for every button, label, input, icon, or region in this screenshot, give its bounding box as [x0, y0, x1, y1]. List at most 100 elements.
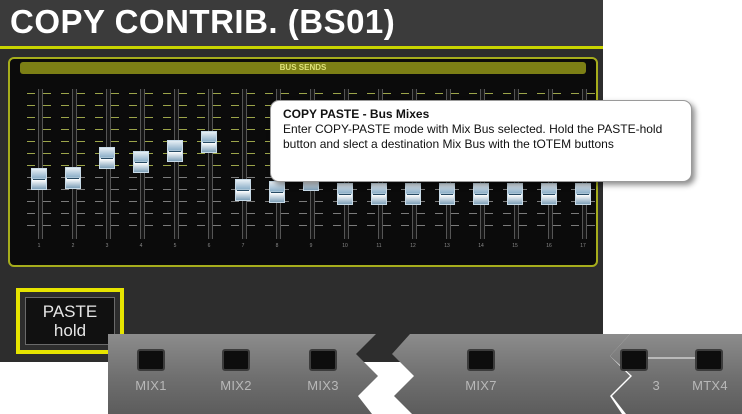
- fader-scale-tick: [77, 225, 85, 226]
- fader-scale-tick: [179, 117, 187, 118]
- fader-number: 5: [173, 243, 177, 249]
- mtx-divider: [648, 357, 700, 359]
- fader-knob-7[interactable]: [235, 179, 251, 202]
- fader-scale-tick: [333, 225, 341, 226]
- fader-scale-tick: [519, 213, 527, 214]
- fader-scale-tick: [163, 93, 171, 94]
- fader-scale-tick: [519, 93, 527, 94]
- fader-knob-2[interactable]: [65, 166, 81, 189]
- mix2-button[interactable]: [222, 349, 250, 371]
- fader-knob-13[interactable]: [439, 183, 455, 206]
- mix-partial-label: 3: [652, 378, 660, 393]
- fader-scale-tick: [197, 153, 205, 154]
- fader-scale-tick: [315, 93, 323, 94]
- fader-track: [208, 89, 213, 239]
- fader-scale-tick: [111, 105, 119, 106]
- fader-scale-tick: [213, 201, 221, 202]
- fader-knob-15[interactable]: [507, 183, 523, 206]
- fader-scale-tick: [247, 213, 255, 214]
- fader-scale-tick: [213, 165, 221, 166]
- fader-scale-tick: [43, 105, 51, 106]
- paste-hold-button[interactable]: PASTE hold: [25, 297, 115, 345]
- fader-knob-5[interactable]: [167, 139, 183, 162]
- fader-scale-tick: [145, 93, 153, 94]
- fader-scale-tick: [247, 105, 255, 106]
- fader-track: [174, 89, 179, 239]
- fader-scale-tick: [231, 165, 239, 166]
- fader-scale-tick: [77, 141, 85, 142]
- fader-scale-tick: [43, 117, 51, 118]
- fader-knob-6[interactable]: [201, 130, 217, 153]
- fader-scale-tick: [43, 153, 51, 154]
- fader-scale-tick: [299, 93, 307, 94]
- mix1-button[interactable]: [137, 349, 165, 371]
- fader-scale-tick: [197, 213, 205, 214]
- fader-scale-tick: [383, 213, 391, 214]
- fader-scale-tick: [367, 213, 375, 214]
- fader-scale-tick: [95, 129, 103, 130]
- fader-scale-tick: [95, 177, 103, 178]
- fader-scale-tick: [27, 153, 35, 154]
- fader-scale-tick: [61, 93, 69, 94]
- mix-button-partial[interactable]: [620, 349, 648, 371]
- fader-scale-tick: [163, 117, 171, 118]
- fader-scale-tick: [111, 141, 119, 142]
- fader-scale-tick: [61, 225, 69, 226]
- fader-scale-tick: [163, 189, 171, 190]
- fader-scale-tick: [61, 213, 69, 214]
- fader-knob-4[interactable]: [133, 151, 149, 174]
- mtx4-button[interactable]: [695, 349, 723, 371]
- fader-scale-tick: [231, 141, 239, 142]
- fader-scale-tick: [401, 213, 409, 214]
- fader-scale-tick: [537, 213, 545, 214]
- fader-scale-tick: [43, 225, 51, 226]
- fader-scale-tick: [315, 201, 323, 202]
- mix7-button[interactable]: [467, 349, 495, 371]
- fader-track: [38, 89, 43, 239]
- fader-scale-tick: [179, 93, 187, 94]
- fader-scale-tick: [231, 129, 239, 130]
- fader-scale-tick: [179, 225, 187, 226]
- fader-scale-tick: [383, 225, 391, 226]
- fader-scale-tick: [163, 129, 171, 130]
- fader-scale-tick: [111, 225, 119, 226]
- fader-knob-11[interactable]: [371, 183, 387, 206]
- fader-scale-tick: [401, 225, 409, 226]
- fader-scale-tick: [129, 177, 137, 178]
- fader-scale-tick: [111, 129, 119, 130]
- fader-scale-tick: [111, 93, 119, 94]
- fader-scale-tick: [435, 93, 443, 94]
- fader-scale-tick: [95, 141, 103, 142]
- fader-scale-tick: [77, 117, 85, 118]
- fader-knob-17[interactable]: [575, 183, 591, 206]
- fader-scale-tick: [145, 213, 153, 214]
- fader-scale-tick: [145, 141, 153, 142]
- fader-scale-tick: [43, 165, 51, 166]
- fader-knob-8[interactable]: [269, 180, 285, 203]
- fader-knob-16[interactable]: [541, 183, 557, 206]
- fader-knob-10[interactable]: [337, 183, 353, 206]
- fader-scale-tick: [213, 225, 221, 226]
- fader-scale-tick: [213, 189, 221, 190]
- fader-scale-tick: [197, 201, 205, 202]
- fader-knob-14[interactable]: [473, 183, 489, 206]
- mtx4-label: MTX4: [692, 378, 728, 393]
- fader-scale-tick: [77, 129, 85, 130]
- mix-strip-left: [108, 334, 378, 414]
- fader-scale-tick: [247, 165, 255, 166]
- fader-scale-tick: [111, 189, 119, 190]
- fader-scale-tick: [61, 141, 69, 142]
- bus-sends-header: BUS SENDS: [20, 62, 586, 74]
- fader-scale-tick: [231, 117, 239, 118]
- fader-scale-tick: [111, 213, 119, 214]
- mix3-label: MIX3: [307, 378, 339, 393]
- fader-knob-12[interactable]: [405, 183, 421, 206]
- fader-scale-tick: [145, 201, 153, 202]
- fader-knob-3[interactable]: [99, 147, 115, 170]
- fader-scale-tick: [299, 213, 307, 214]
- mix3-button[interactable]: [309, 349, 337, 371]
- fader-scale-tick: [231, 213, 239, 214]
- fader-knob-1[interactable]: [31, 167, 47, 190]
- fader-scale-tick: [451, 225, 459, 226]
- fader-scale-tick: [43, 213, 51, 214]
